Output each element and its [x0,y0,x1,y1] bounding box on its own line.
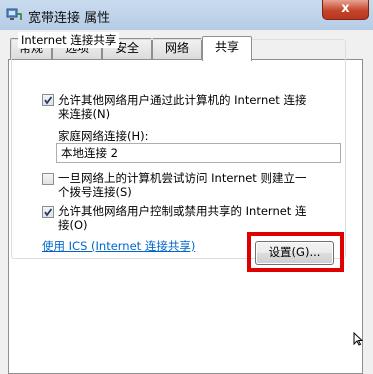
close-icon: x [341,1,350,16]
home-network-label: 家庭网络连接(H): [58,129,149,143]
dial-on-demand-label-line2: 个拨号连接(S) [58,185,132,199]
title-bar: 宽带连接 属性 x [0,0,373,30]
allow-control-checkbox[interactable] [42,206,54,218]
network-connection-icon [6,8,22,20]
dial-on-demand-checkbox[interactable] [42,173,54,185]
close-button[interactable]: x [322,0,369,20]
dial-on-demand-label-line1: 一旦网络上的计算机尝试访问 Internet 则建立一 [58,171,307,185]
allow-sharing-label-line2: 来连接(N) [58,107,111,121]
settings-button[interactable]: 设置(G)... [255,241,334,265]
allow-sharing-checkbox[interactable] [42,94,54,106]
allow-sharing-label-line1: 允许其他网络用户通过此计算机的 Internet 连接 [58,93,307,107]
home-network-field[interactable] [56,143,341,163]
group-title: Internet 连接共享 [18,32,120,48]
mouse-cursor-icon [353,332,363,346]
ics-help-link[interactable]: 使用 ICS (Internet 连接共享) [42,238,195,254]
checkmark-icon [44,96,53,105]
window-title: 宽带连接 属性 [28,11,111,26]
allow-control-label-line2: 接(O) [58,218,88,232]
allow-control-label-line1: 允许其他网络用户控制或禁用共享的 Internet 连 [58,204,307,218]
checkmark-icon [44,208,53,217]
tab-sharing[interactable]: 共享 [202,36,252,61]
